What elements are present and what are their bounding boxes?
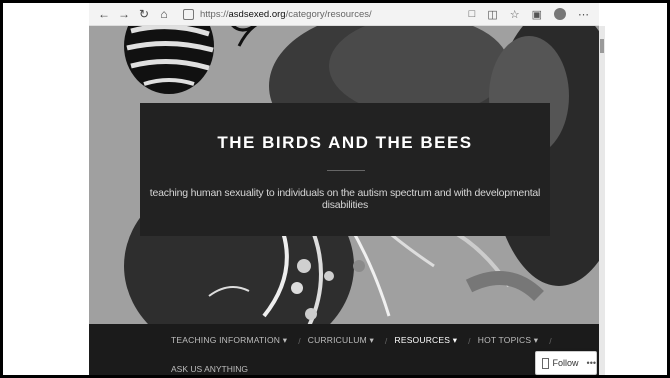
back-arrow-icon[interactable]: ← (95, 5, 113, 23)
favorite-star-icon[interactable]: ☆ (510, 8, 520, 21)
nav-item-hot-topics[interactable]: HOT TOPICS ▾ (478, 335, 539, 346)
reading-view-icon[interactable]: □ (469, 8, 476, 20)
chevron-down-icon: ▾ (369, 335, 374, 345)
nav-row: TEACHING INFORMATION ▾ / CURRICULUM ▾ / … (171, 335, 559, 346)
url-path: /category/resources/ (285, 8, 372, 20)
refresh-icon[interactable]: ↻ (135, 5, 153, 23)
nav-item-resources[interactable]: RESOURCES ▾ (394, 335, 457, 346)
chevron-down-icon: ▾ (282, 335, 288, 345)
follow-button[interactable]: Follow ••• (535, 351, 597, 375)
nav-item-label: CURRICULUM (307, 335, 367, 345)
lock-icon (183, 8, 194, 20)
chevron-down-icon: ▾ (533, 335, 539, 345)
nav-item-teaching-information[interactable]: TEACHING INFORMATION ▾ (171, 335, 287, 346)
title-divider (327, 170, 365, 171)
follow-label: Follow (552, 358, 579, 368)
home-icon[interactable]: ⌂ (155, 5, 173, 23)
browser-toolbar: ← → ↻ ⌂ https://asdsexed.org/category/re… (89, 3, 599, 26)
site-tagline: teaching human sexuality to individuals … (149, 187, 541, 211)
nav-separator: / (298, 335, 301, 346)
nav-item-label: HOT TOPICS (477, 335, 532, 345)
site-title[interactable]: THE BIRDS AND THE BEES (140, 133, 550, 153)
nav-item-label: RESOURCES (394, 335, 451, 345)
profile-avatar[interactable] (554, 8, 566, 20)
collections-icon[interactable]: ▣ (532, 8, 542, 21)
tab-icon[interactable]: ◫ (487, 8, 497, 21)
nav-separator: / (549, 335, 552, 346)
screenshot-frame: ← → ↻ ⌂ https://asdsexed.org/category/re… (0, 0, 670, 378)
more-options-icon[interactable]: ••• (587, 358, 596, 368)
page-content: THE BIRDS AND THE BEES teaching human se… (89, 26, 599, 375)
nav-separator: / (468, 335, 471, 346)
nav-item-ask-us-anything[interactable]: ASK US ANYTHING (171, 364, 248, 374)
chevron-down-icon: ▾ (452, 335, 458, 345)
nav-item-curriculum[interactable]: CURRICULUM ▾ (308, 335, 374, 346)
site-header-box: THE BIRDS AND THE BEES teaching human se… (140, 103, 550, 236)
nav-item-label: TEACHING INFORMATION (171, 335, 281, 345)
url-prefix: https:// (200, 8, 229, 20)
url-domain: asdsexed.org (228, 8, 286, 20)
main-navigation: TEACHING INFORMATION ▾ / CURRICULUM ▾ / … (89, 324, 599, 375)
page-scrollbar[interactable] (599, 26, 605, 375)
scrollbar-thumb[interactable] (600, 39, 604, 53)
address-bar[interactable]: https://asdsexed.org/category/resources/ (183, 8, 372, 20)
forward-arrow-icon[interactable]: → (115, 5, 133, 23)
follow-icon (542, 357, 549, 369)
nav-separator: / (384, 335, 388, 346)
more-menu-icon[interactable]: ⋯ (578, 8, 589, 21)
